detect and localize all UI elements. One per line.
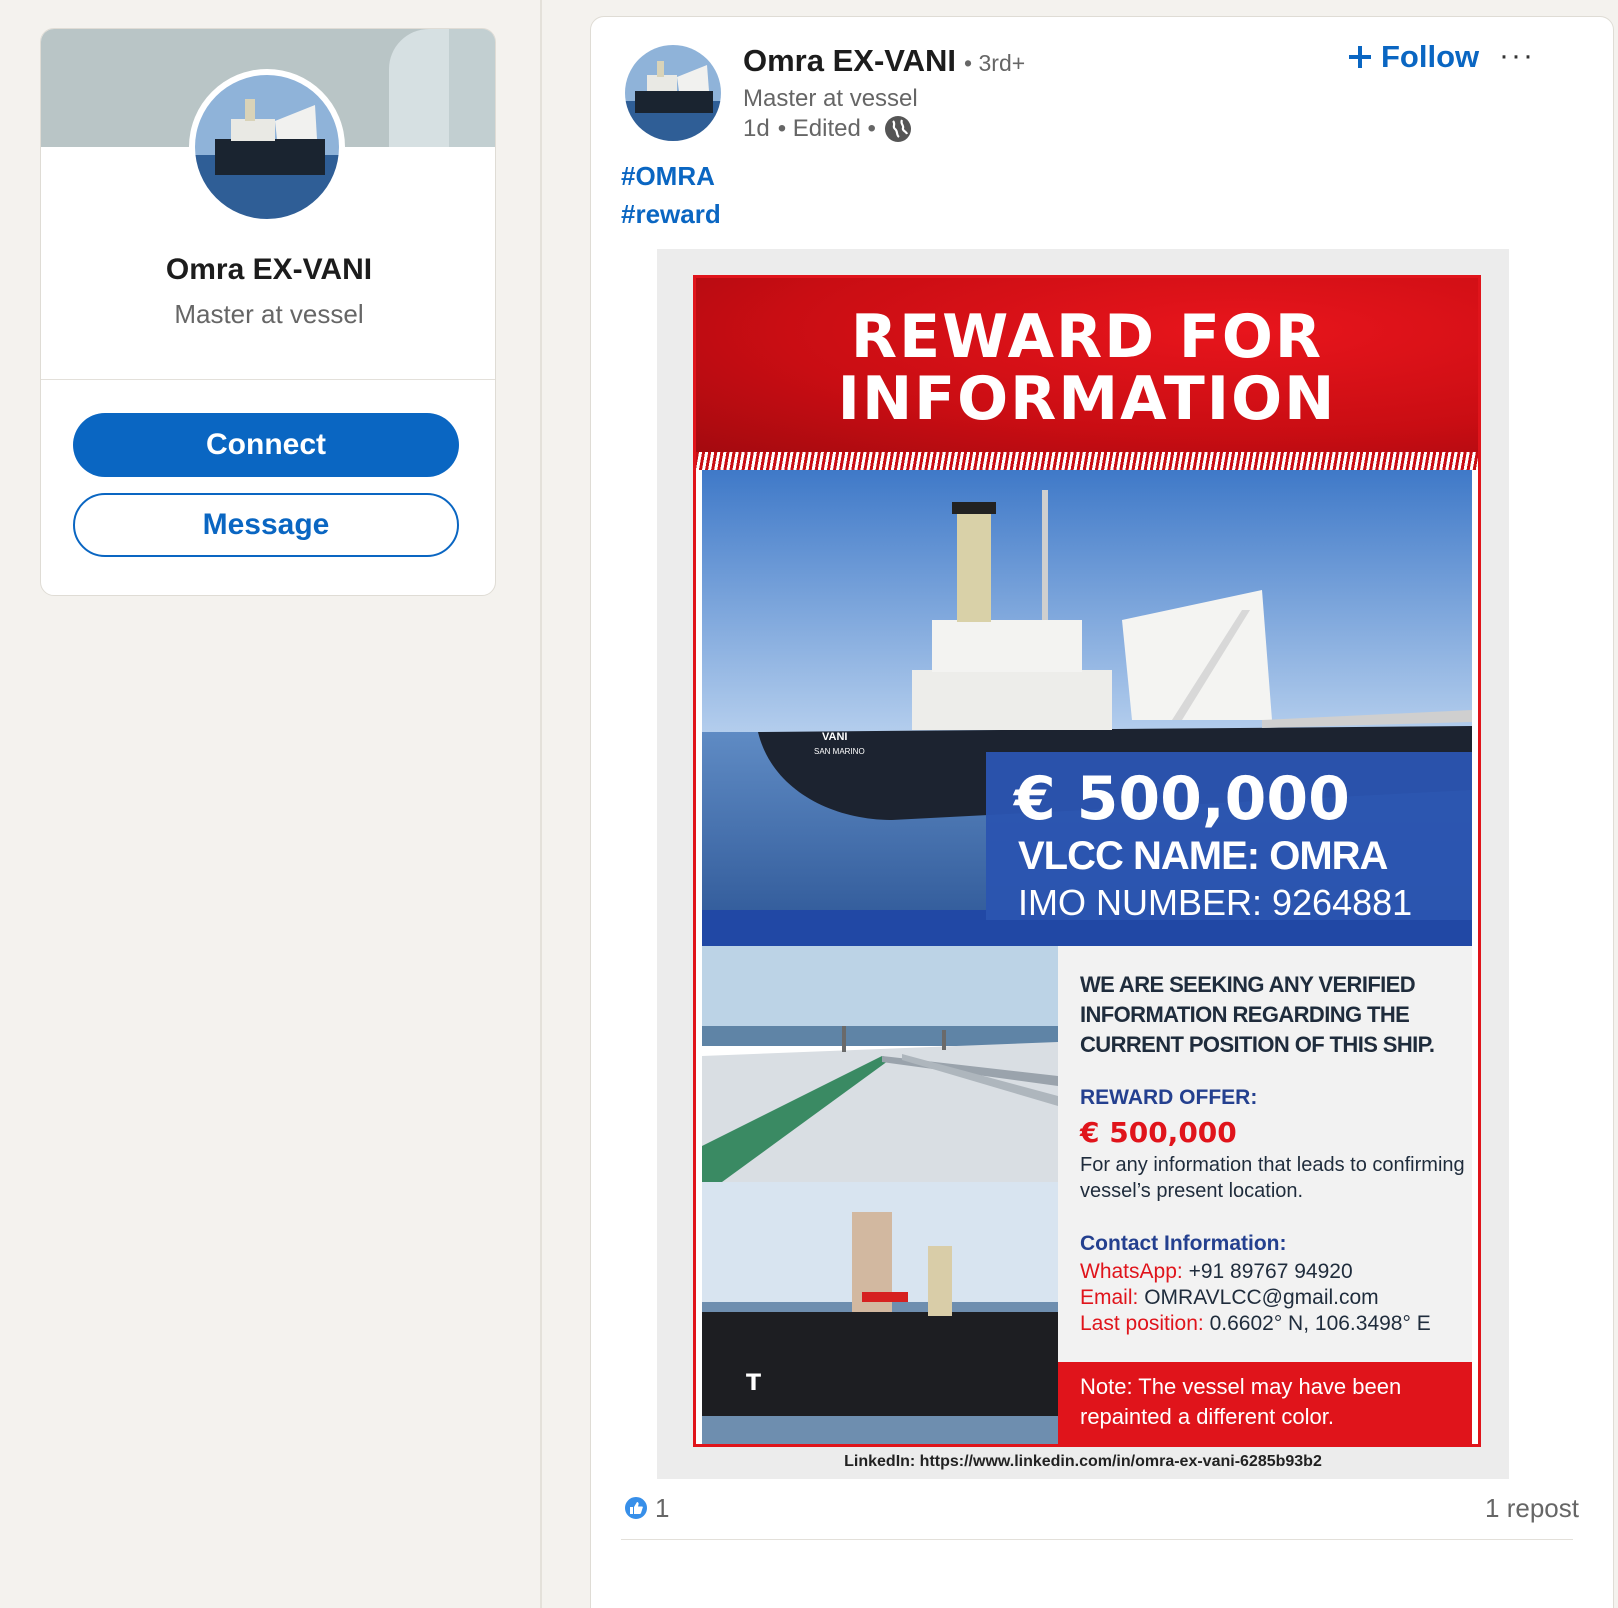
poster-stripes (696, 452, 1478, 470)
post-edited: • Edited • (777, 115, 876, 142)
more-options-icon[interactable]: ··· (1499, 39, 1535, 73)
contact-last-position: Last position: 0.6602° N, 106.3498° E (1080, 1312, 1431, 1335)
connect-button[interactable]: Connect (73, 413, 459, 477)
seeking-text: WE ARE SEEKING ANY VERIFIED INFORMATION … (1080, 972, 1435, 1057)
post-meta: 1d • Edited • (743, 115, 912, 143)
reaction-count[interactable]: 1 (655, 1493, 669, 1524)
follow-label: Follow (1381, 39, 1480, 74)
message-button[interactable]: Message (73, 493, 459, 557)
hull-photo: T (702, 1182, 1058, 1444)
post-time: 1d (743, 115, 770, 142)
follow-button[interactable]: Follow (1347, 39, 1479, 75)
globe-icon (884, 116, 911, 142)
profile-name[interactable]: Omra EX-VANI (41, 253, 495, 287)
post-image[interactable]: REWARD FOR INFORMATION VANI SAN MARINO €… (657, 249, 1509, 1479)
reward-offer-amount: € 500,000 (1080, 1116, 1237, 1149)
poster-header: REWARD FOR INFORMATION (696, 278, 1478, 452)
divider (41, 379, 495, 380)
vlcc-name: VLCC NAME: OMRA (1018, 834, 1388, 878)
contact-label: Contact Information: (1080, 1232, 1287, 1255)
poster-footer-link: LinkedIn: https://www.linkedin.com/in/om… (844, 1453, 1322, 1470)
profile-card: Omra EX-VANI Master at vessel Connect Me… (40, 28, 496, 596)
profile-headline: Master at vessel (174, 299, 364, 329)
plus-icon (1349, 46, 1371, 68)
contact-email: Email: OMRAVLCC@gmail.com (1080, 1286, 1379, 1309)
reward-amount: € 500,000 (1014, 764, 1350, 834)
poster-title: REWARD FOR INFORMATION (837, 302, 1337, 434)
profile-avatar[interactable] (189, 69, 345, 225)
contact-whatsapp: WhatsApp: +91 89767 94920 (1080, 1260, 1353, 1283)
left-column: Omra EX-VANI Master at vessel Connect Me… (0, 0, 542, 1608)
divider (621, 1539, 1573, 1540)
connection-degree: • 3rd+ (964, 50, 1026, 76)
reward-poster: REWARD FOR INFORMATION VANI SAN MARINO €… (693, 275, 1481, 1447)
repost-count[interactable]: 1 repost (1485, 1493, 1579, 1524)
post-author-name[interactable]: Omra EX-VANI (743, 43, 956, 79)
svg-text:SAN MARINO: SAN MARINO (814, 747, 865, 756)
svg-text:T: T (746, 1371, 761, 1396)
deck-photo (702, 946, 1058, 1182)
imo-number: IMO NUMBER: 9264881 (1018, 882, 1413, 923)
reward-offer-label: REWARD OFFER: (1080, 1086, 1258, 1109)
note-text: Note: The vessel may have been repainted… (1080, 1374, 1402, 1429)
like-reaction-icon[interactable] (623, 1495, 649, 1521)
post-author-headline: Master at vessel (743, 85, 918, 112)
post-author-avatar[interactable] (625, 45, 721, 141)
hashtag-reward[interactable]: #reward (621, 199, 721, 230)
svg-text:VANI: VANI (822, 731, 847, 743)
reward-offer-description: For any information that leads to confir… (1080, 1154, 1465, 1202)
post-author-row: Omra EX-VANI • 3rd+ (743, 43, 1025, 79)
post-card: Omra EX-VANI • 3rd+ Master at vessel 1d … (590, 16, 1614, 1608)
hashtag-omra[interactable]: #OMRA (621, 161, 715, 192)
